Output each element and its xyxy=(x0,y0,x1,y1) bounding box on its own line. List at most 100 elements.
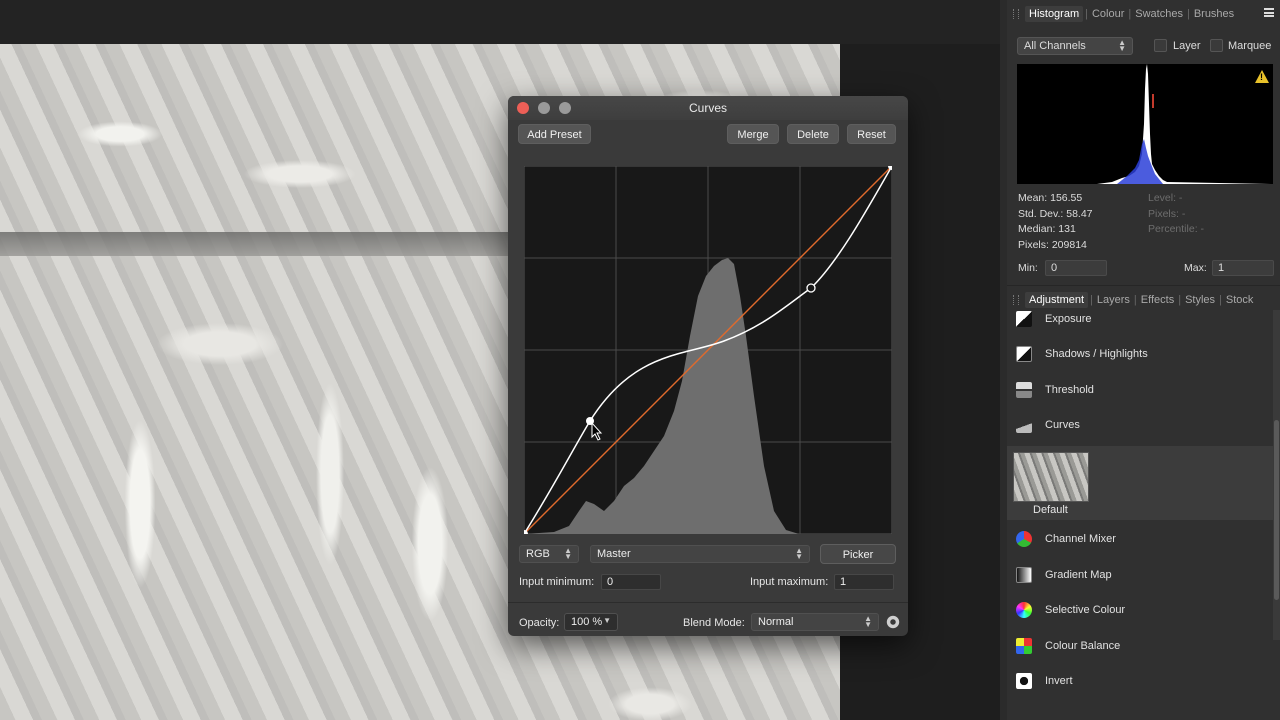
stat-pixels: Pixels: 209814 xyxy=(1018,239,1087,251)
opacity-label: Opacity: xyxy=(519,617,560,629)
curves-preset-tile[interactable]: Default xyxy=(1007,446,1273,520)
tab-separator: | xyxy=(1090,293,1093,306)
reset-button[interactable]: Reset xyxy=(847,124,896,144)
blend-mode-select[interactable]: Normal ▲ ▼ xyxy=(751,613,879,631)
color-space-value: RGB xyxy=(526,548,550,560)
adjustment-item-curves[interactable]: Curves xyxy=(1007,408,1273,442)
stat-pixels-selection: Pixels: - xyxy=(1148,208,1186,220)
threshold-icon xyxy=(1016,382,1032,398)
histogram-plot xyxy=(1017,64,1273,184)
chevron-down-icon: ▼ xyxy=(603,616,611,625)
min-input[interactable]: 0 xyxy=(1045,260,1107,276)
min-label: Min: xyxy=(1018,262,1038,274)
panel-grip-icon[interactable] xyxy=(1013,295,1019,305)
color-space-select[interactable]: RGB ▲ ▼ xyxy=(519,545,579,563)
channel-mixer-icon xyxy=(1016,531,1032,547)
adjustment-item-label: Threshold xyxy=(1045,384,1094,396)
opacity-field[interactable]: 100 % ▼ xyxy=(564,613,618,631)
panel-grip-icon[interactable] xyxy=(1013,9,1019,19)
stat-mean: Mean: 156.55 xyxy=(1018,192,1083,204)
input-maximum-label: Input maximum: xyxy=(750,576,829,588)
panel-menu-icon[interactable] xyxy=(1264,8,1274,17)
curves-dialog: Curves Add Preset Merge Delete Reset RGB… xyxy=(508,96,908,636)
adjustment-item-label: Invert xyxy=(1045,675,1073,687)
tab-stock[interactable]: Stock xyxy=(1224,294,1256,306)
preset-thumbnail xyxy=(1013,452,1089,502)
tab-separator: | xyxy=(1178,293,1182,306)
adjustment-item-invert[interactable]: Invert xyxy=(1007,664,1273,698)
max-input[interactable]: 1 xyxy=(1212,260,1274,276)
tab-separator: | xyxy=(1186,8,1190,20)
adjustment-item-gradient-map[interactable]: Gradient Map xyxy=(1007,558,1273,592)
invert-icon xyxy=(1016,673,1032,689)
stat-median: Median: 131 xyxy=(1018,223,1076,235)
add-preset-button[interactable]: Add Preset xyxy=(518,124,591,144)
channel-select[interactable]: Master ▲ ▼ xyxy=(590,545,810,563)
tab-layers[interactable]: Layers xyxy=(1095,294,1132,306)
adjustment-item-label: Exposure xyxy=(1045,313,1092,325)
warning-icon[interactable] xyxy=(1255,70,1269,83)
channel-value: Master xyxy=(597,548,631,560)
channel-select[interactable]: All Channels ▲ ▼ xyxy=(1017,37,1133,55)
layer-checkbox[interactable] xyxy=(1154,39,1167,52)
tab-histogram[interactable]: Histogram xyxy=(1025,6,1084,22)
curves-icon xyxy=(1016,417,1032,433)
histogram-graph xyxy=(1017,64,1273,184)
input-minimum-field[interactable]: 0 xyxy=(601,574,661,590)
adjustment-item-shadows-highlights[interactable]: Shadows / Highlights xyxy=(1007,337,1273,371)
tab-adjustment[interactable]: Adjustment xyxy=(1025,291,1089,308)
adjustment-item-channel-mixer[interactable]: Channel Mixer xyxy=(1007,522,1273,556)
tab-separator: | xyxy=(1133,293,1137,306)
input-maximum-field[interactable]: 1 xyxy=(834,574,894,590)
updown-icon: ▲ ▼ xyxy=(864,614,872,629)
tab-colour[interactable]: Colour xyxy=(1090,8,1126,20)
adjustment-item-label: Curves xyxy=(1045,419,1080,431)
adjustment-scrollbar[interactable] xyxy=(1273,310,1280,640)
exposure-icon xyxy=(1016,311,1032,327)
blend-mode-label: Blend Mode: xyxy=(683,617,745,629)
colour-balance-icon xyxy=(1016,638,1032,654)
adjustment-item-label: Colour Balance xyxy=(1045,640,1121,652)
dialog-title: Curves xyxy=(688,101,727,115)
updown-icon: ▲ ▼ xyxy=(795,546,803,561)
adjustment-tab-bar: Adjustment | Layers | Effects | Styles |… xyxy=(1007,285,1280,313)
shadows-highlights-icon xyxy=(1016,346,1032,362)
tab-styles[interactable]: Styles xyxy=(1183,294,1217,306)
selective-colour-icon xyxy=(1016,602,1032,618)
marquee-checkbox-label: Marquee xyxy=(1228,40,1272,52)
merge-button[interactable]: Merge xyxy=(727,124,779,144)
context-toolbar xyxy=(0,0,1000,44)
updown-icon: ▲ ▼ xyxy=(1118,38,1126,53)
opacity-value: 100 % xyxy=(571,616,603,628)
adjustment-item-label: Selective Colour xyxy=(1045,604,1126,616)
right-panel: Histogram | Colour | Swatches | Brushes … xyxy=(1007,0,1280,720)
updown-icon: ▲ ▼ xyxy=(564,546,572,561)
marquee-checkbox[interactable] xyxy=(1210,39,1223,52)
tab-separator: | xyxy=(1085,8,1088,20)
max-label: Max: xyxy=(1184,262,1207,274)
adjustment-item-selective-colour[interactable]: Selective Colour xyxy=(1007,593,1273,627)
scrollbar-thumb[interactable] xyxy=(1274,420,1279,600)
stat-std-dev: Std. Dev.: 58.47 xyxy=(1018,208,1093,220)
layer-checkbox-label: Layer xyxy=(1173,40,1201,52)
delete-button[interactable]: Delete xyxy=(787,124,839,144)
adjustment-item-label: Channel Mixer xyxy=(1045,533,1116,545)
stat-percentile: Percentile: - xyxy=(1148,223,1205,235)
dialog-divider xyxy=(508,602,908,603)
tab-separator: | xyxy=(1128,8,1132,20)
gradient-map-icon xyxy=(1016,567,1032,583)
tab-brushes[interactable]: Brushes xyxy=(1192,8,1236,20)
adjustment-item-threshold[interactable]: Threshold xyxy=(1007,373,1273,407)
stat-level: Level: - xyxy=(1148,192,1183,204)
tab-swatches[interactable]: Swatches xyxy=(1133,8,1185,20)
tab-separator: | xyxy=(1219,293,1222,306)
adjustment-item-exposure[interactable]: Exposure xyxy=(1007,310,1273,336)
gear-icon[interactable] xyxy=(886,615,900,629)
picker-button[interactable]: Picker xyxy=(820,544,896,564)
adjustment-item-colour-balance[interactable]: Colour Balance xyxy=(1007,629,1273,663)
curve-point-upper xyxy=(806,283,816,293)
tab-effects[interactable]: Effects xyxy=(1139,294,1176,306)
curves-graph[interactable] xyxy=(524,166,892,534)
adjustment-list: Exposure Shadows / Highlights Threshold … xyxy=(1007,310,1273,720)
dialog-titlebar[interactable]: Curves xyxy=(508,96,908,120)
